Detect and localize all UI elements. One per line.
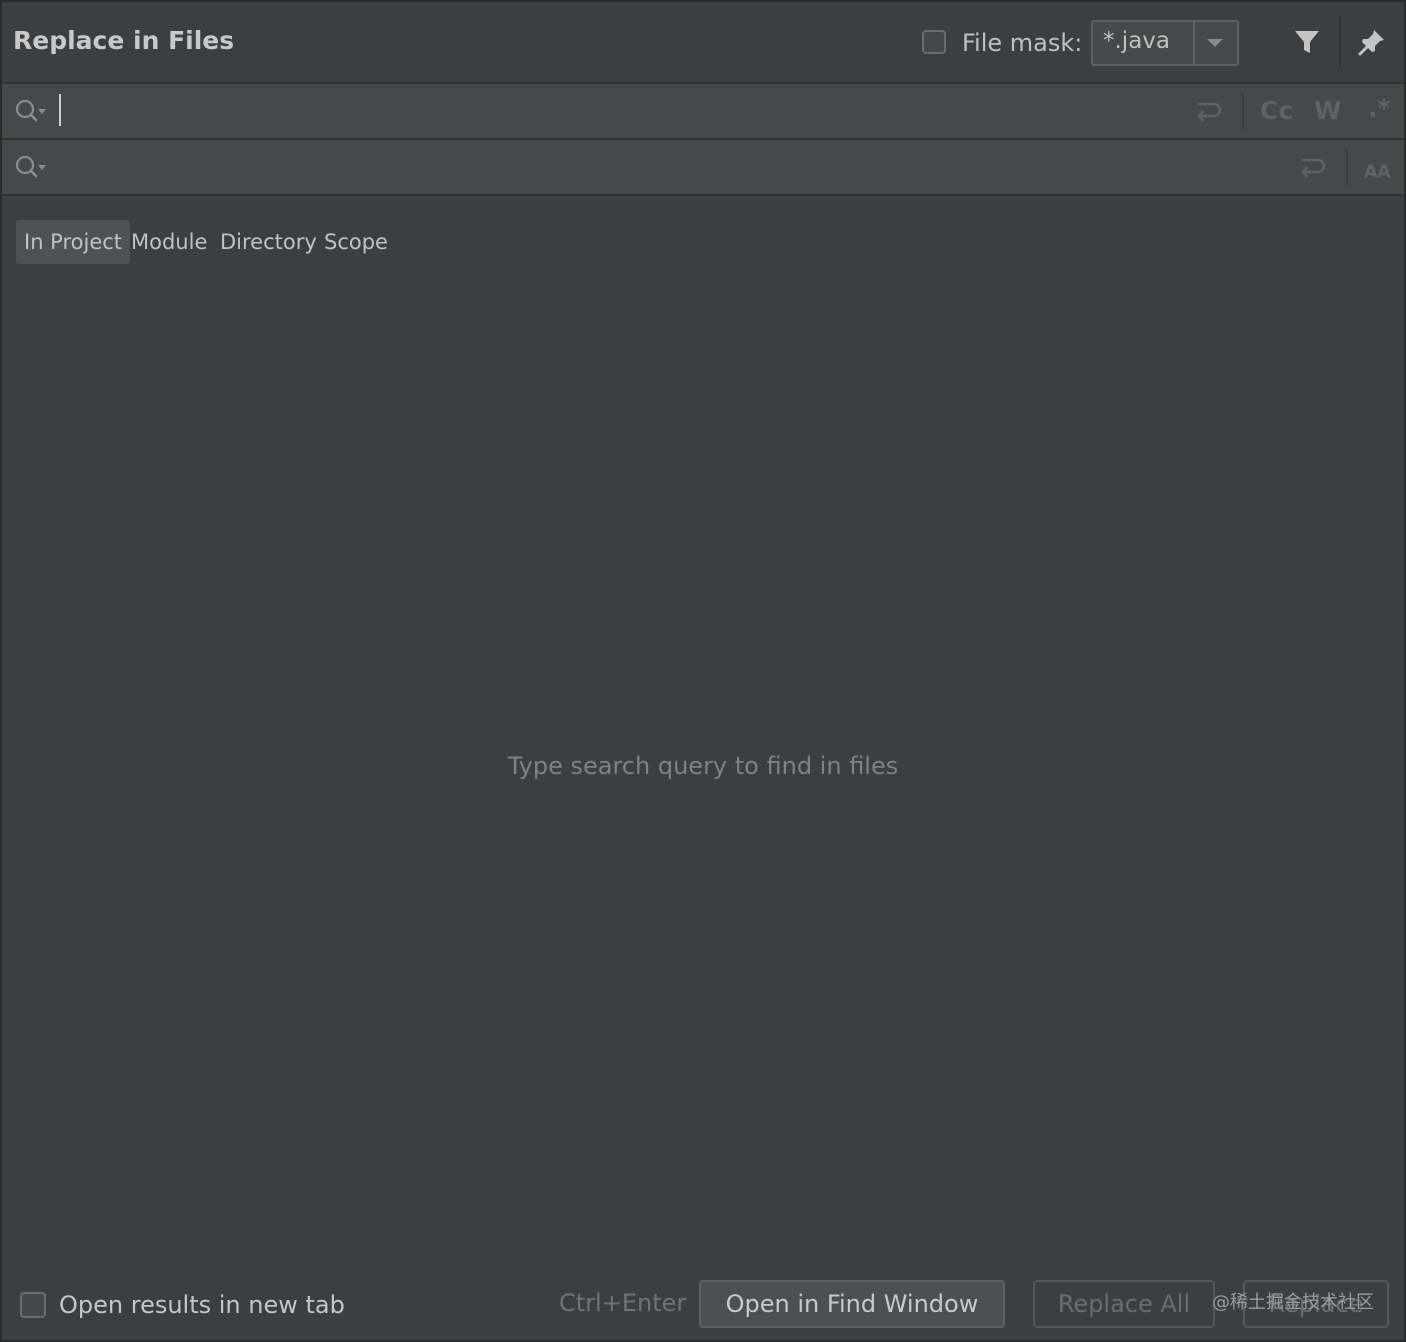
file-mask-combobox[interactable]: *.java bbox=[1091, 20, 1239, 66]
replace-all-button[interactable]: Replace All bbox=[1033, 1280, 1215, 1328]
dialog-title: Replace in Files bbox=[13, 26, 235, 55]
svg-text:A: A bbox=[1364, 162, 1378, 182]
find-input[interactable] bbox=[58, 92, 1182, 132]
dialog-header: Replace in Files File mask: *.java bbox=[2, 2, 1404, 84]
match-case-icon[interactable]: Cc bbox=[1260, 96, 1293, 125]
chevron-down-icon[interactable] bbox=[1207, 39, 1223, 47]
replace-in-files-dialog: Replace in Files File mask: *.java Cc W … bbox=[0, 0, 1406, 1342]
scope-tab-module[interactable]: Module bbox=[123, 220, 215, 264]
row-separator bbox=[1242, 93, 1244, 129]
scope-tab-in-project[interactable]: In Project bbox=[16, 220, 131, 264]
search-history-icon[interactable] bbox=[14, 154, 48, 180]
preserve-case-icon[interactable]: A A bbox=[1364, 154, 1392, 182]
pin-icon[interactable] bbox=[1358, 28, 1386, 56]
header-separator bbox=[1339, 16, 1341, 68]
file-mask-value: *.java bbox=[1103, 28, 1171, 54]
shortcut-hint: Ctrl+Enter bbox=[559, 1289, 687, 1317]
replace-row: A A bbox=[2, 140, 1404, 196]
regex-icon[interactable]: .* bbox=[1368, 94, 1391, 123]
empty-results-hint: Type search query to find in files bbox=[507, 752, 899, 780]
watermark: @稀土掘金技术社区 bbox=[1212, 1292, 1374, 1313]
filter-icon[interactable] bbox=[1293, 28, 1321, 56]
text-caret bbox=[59, 94, 61, 126]
replace-input[interactable] bbox=[58, 148, 1182, 188]
search-history-icon[interactable] bbox=[14, 98, 48, 124]
words-icon[interactable]: W bbox=[1314, 96, 1342, 125]
find-row: Cc W .* bbox=[2, 84, 1404, 140]
open-new-tab-label: Open results in new tab bbox=[59, 1291, 345, 1319]
scope-tab-scope[interactable]: Scope bbox=[316, 220, 396, 264]
open-new-tab-checkbox[interactable] bbox=[20, 1292, 46, 1318]
open-in-find-window-button[interactable]: Open in Find Window bbox=[699, 1280, 1005, 1328]
combo-divider bbox=[1193, 22, 1195, 64]
new-line-icon[interactable] bbox=[1194, 98, 1222, 126]
svg-text:A: A bbox=[1377, 162, 1391, 182]
new-line-icon[interactable] bbox=[1298, 154, 1326, 182]
file-mask-checkbox[interactable] bbox=[922, 30, 946, 54]
scope-tab-directory[interactable]: Directory bbox=[212, 220, 325, 264]
row-separator bbox=[1346, 149, 1348, 185]
file-mask-label: File mask: bbox=[962, 29, 1083, 57]
